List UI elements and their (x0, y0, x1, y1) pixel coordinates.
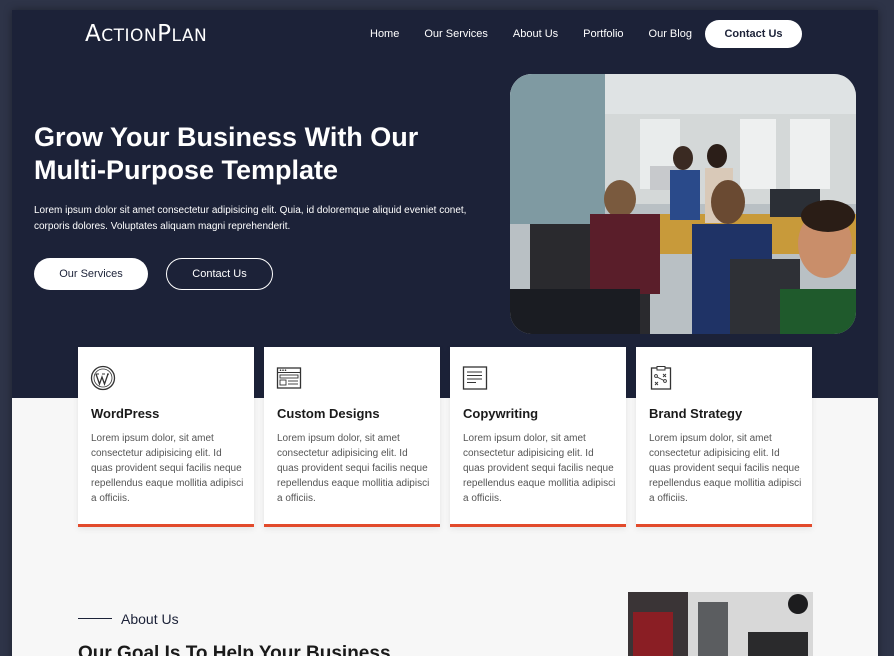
card-body: Lorem ipsum dolor, sit amet consectetur … (91, 433, 244, 504)
hero-headline: Grow Your Business With Our Multi-Purpos… (34, 121, 474, 187)
card-body: Lorem ipsum dolor, sit amet consectetur … (463, 433, 616, 504)
nav-our-services[interactable]: Our Services (424, 27, 488, 41)
service-cards: WordPress Lorem ipsum dolor, sit amet co… (78, 347, 812, 527)
logo-letters: LAN (171, 26, 208, 46)
about-divider (78, 618, 112, 619)
about-heading: Our Goal Is To Help Your Business (78, 643, 391, 656)
card-title: Copywriting (463, 406, 539, 421)
main-nav: Home Our Services About Us Portfolio Our… (370, 27, 717, 41)
wordpress-icon (90, 365, 116, 391)
browser-window-icon (276, 367, 302, 389)
nav-about-us[interactable]: About Us (513, 27, 558, 41)
card-title: WordPress (91, 406, 160, 421)
logo-letters: CTION (101, 26, 158, 46)
nav-our-blog[interactable]: Our Blog (649, 27, 692, 41)
card-body: Lorem ipsum dolor, sit amet consectetur … (277, 433, 430, 504)
hero-office-photo (510, 74, 856, 334)
service-card-brand-strategy[interactable]: Brand Strategy Lorem ipsum dolor, sit am… (636, 347, 812, 527)
service-card-copywriting[interactable]: Copywriting Lorem ipsum dolor, sit amet … (450, 347, 626, 527)
service-card-wordpress[interactable]: WordPress Lorem ipsum dolor, sit amet co… (78, 347, 254, 527)
site-logo[interactable]: ACTIONPLAN (85, 21, 207, 47)
card-body: Lorem ipsum dolor, sit amet consectetur … (649, 433, 802, 504)
nav-home[interactable]: Home (370, 27, 399, 41)
contact-us-button[interactable]: Contact Us (166, 258, 273, 290)
logo-letter: A (85, 21, 102, 47)
hero-headline-line2: Multi-Purpose Template (34, 155, 339, 185)
about-label: About Us (121, 611, 179, 627)
card-title: Custom Designs (277, 406, 380, 421)
strategy-clipboard-icon (650, 366, 672, 390)
page-frame: ACTIONPLAN Home Our Services About Us Po… (12, 10, 878, 656)
service-card-custom-designs[interactable]: Custom Designs Lorem ipsum dolor, sit am… (264, 347, 440, 527)
hero-headline-line1: Grow Your Business With Our (34, 122, 419, 152)
document-icon (462, 366, 488, 390)
our-services-button[interactable]: Our Services (34, 258, 148, 290)
card-title: Brand Strategy (649, 406, 743, 421)
nav-contact-button[interactable]: Contact Us (705, 20, 802, 48)
nav-portfolio[interactable]: Portfolio (583, 27, 623, 41)
logo-letter: P (157, 21, 172, 47)
hero-subtext: Lorem ipsum dolor sit amet consectetur a… (34, 205, 467, 232)
about-photo (628, 592, 813, 656)
